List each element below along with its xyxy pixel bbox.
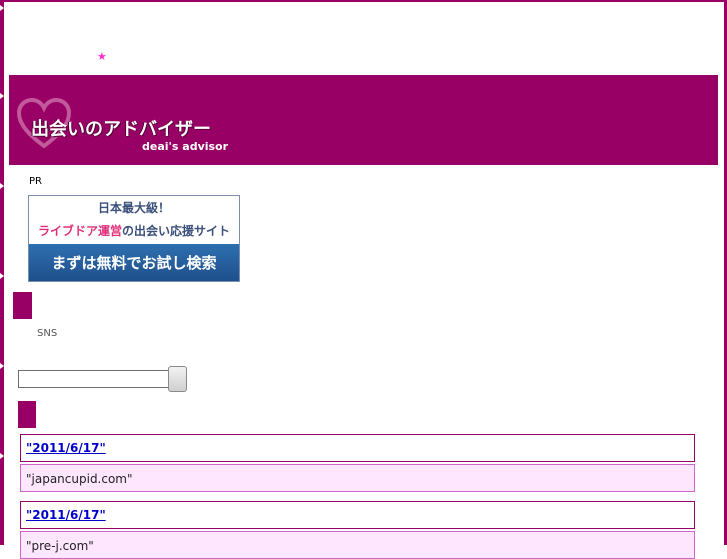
entry-date-link[interactable]: "2011/6/17" [26, 508, 106, 522]
border-arrow-icon [0, 5, 4, 11]
section-heading-block [18, 401, 36, 428]
entry-site: "pre-j.com" [26, 539, 94, 553]
ad-headline: 日本最大級！ [97, 201, 170, 215]
ad-search-button[interactable]: まずは無料でお試し検索 [29, 244, 239, 281]
site-logo-subtitle: deai's advisor [142, 140, 229, 153]
entry-header: "2011/6/17" [20, 501, 695, 529]
search-button[interactable] [168, 366, 187, 392]
entry-site: "japancupid.com" [26, 472, 133, 486]
border-arrow-icon [0, 93, 4, 99]
top-border [0, 0, 727, 2]
left-border [0, 0, 4, 545]
site-header: 出会いのアドバイザー deai's advisor [9, 75, 718, 165]
border-arrow-icon [0, 453, 4, 459]
border-arrow-icon [0, 183, 4, 189]
entry-body: "japancupid.com" [20, 464, 695, 492]
site-logo-title[interactable]: 出会いのアドバイザー [31, 119, 211, 141]
entry-body: "pre-j.com" [20, 531, 695, 559]
sns-label: SNS [37, 328, 58, 339]
section-heading-block [13, 292, 32, 319]
ad-tagline: ライブドア運営の出会い応援サイト [29, 223, 239, 239]
ad-tagline-highlight: ライブドア運営 [37, 224, 122, 238]
entry-header: "2011/6/17" [20, 434, 695, 462]
pr-label: PR [29, 176, 42, 187]
star-icon: ★ [97, 50, 107, 63]
border-arrow-icon [0, 273, 4, 279]
entry-date-link[interactable]: "2011/6/17" [26, 441, 106, 455]
border-arrow-icon [0, 363, 4, 369]
ad-banner[interactable]: 日本最大級！ ライブドア運営の出会い応援サイト まずは無料でお試し検索 [28, 195, 240, 282]
search-input[interactable] [18, 370, 169, 388]
ad-tagline-rest: の出会い応援サイト [122, 224, 231, 238]
